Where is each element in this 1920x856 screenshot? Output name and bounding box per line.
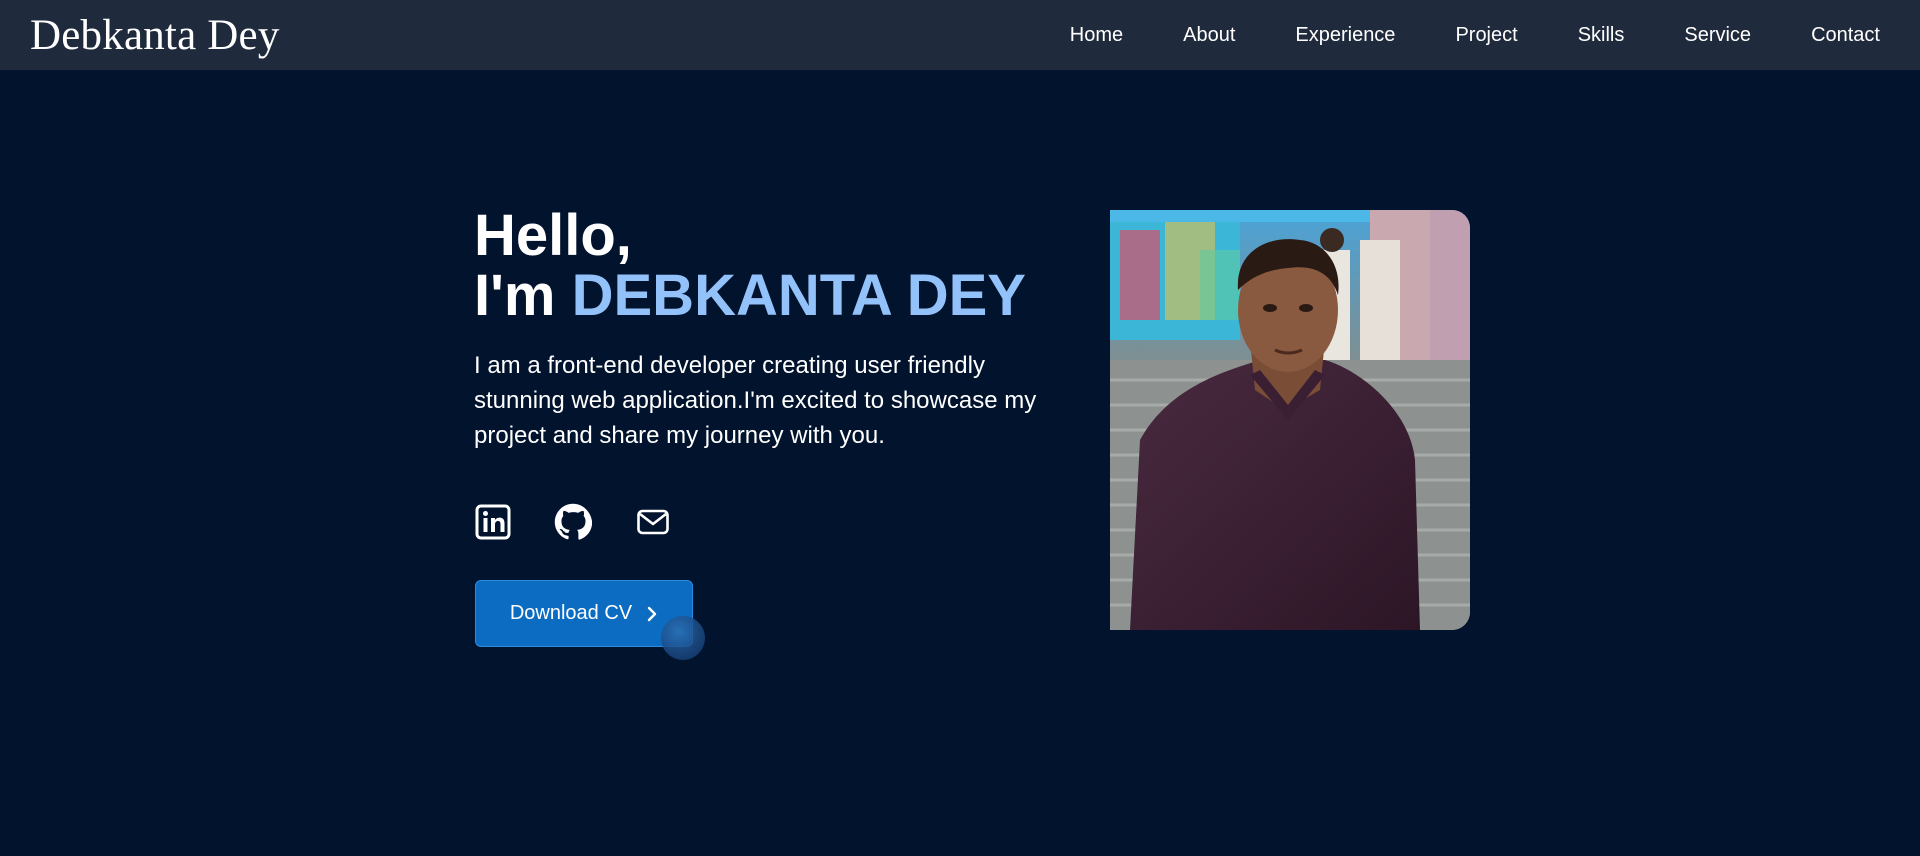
linkedin-icon[interactable] (474, 503, 512, 541)
hero-name-prefix: I'm (474, 263, 556, 328)
nav-link-project[interactable]: Project (1425, 24, 1547, 47)
download-cv-label: Download CV (509, 602, 633, 624)
hero-name-line: I'm DEBKANTA DEY (474, 266, 1074, 326)
nav-link-contact[interactable]: Contact (1781, 24, 1900, 47)
nav-link-experience[interactable]: Experience (1265, 24, 1425, 47)
mail-icon[interactable] (634, 503, 672, 541)
hero-name: DEBKANTA DEY (571, 263, 1026, 328)
nav-link-service[interactable]: Service (1654, 24, 1781, 47)
hero-bio: I am a front-end developer creating user… (474, 352, 1037, 449)
github-icon[interactable] (554, 503, 592, 541)
nav-links: Home About Experience Project Skills Ser… (1040, 24, 1900, 47)
navbar: Debkanta Dey Home About Experience Proje… (0, 0, 1920, 70)
hero-greeting: Hello, (474, 203, 632, 268)
social-links (474, 503, 672, 541)
hero-text: Hello, I'm DEBKANTA DEY I am a front-end… (474, 206, 1074, 453)
nav-link-home[interactable]: Home (1040, 24, 1153, 47)
chevron-right-icon (646, 605, 658, 623)
brand-logo[interactable]: Debkanta Dey (30, 11, 280, 60)
nav-link-about[interactable]: About (1153, 24, 1265, 47)
nav-link-skills[interactable]: Skills (1548, 24, 1655, 47)
profile-photo (1110, 210, 1470, 630)
cursor-glow (661, 616, 705, 660)
